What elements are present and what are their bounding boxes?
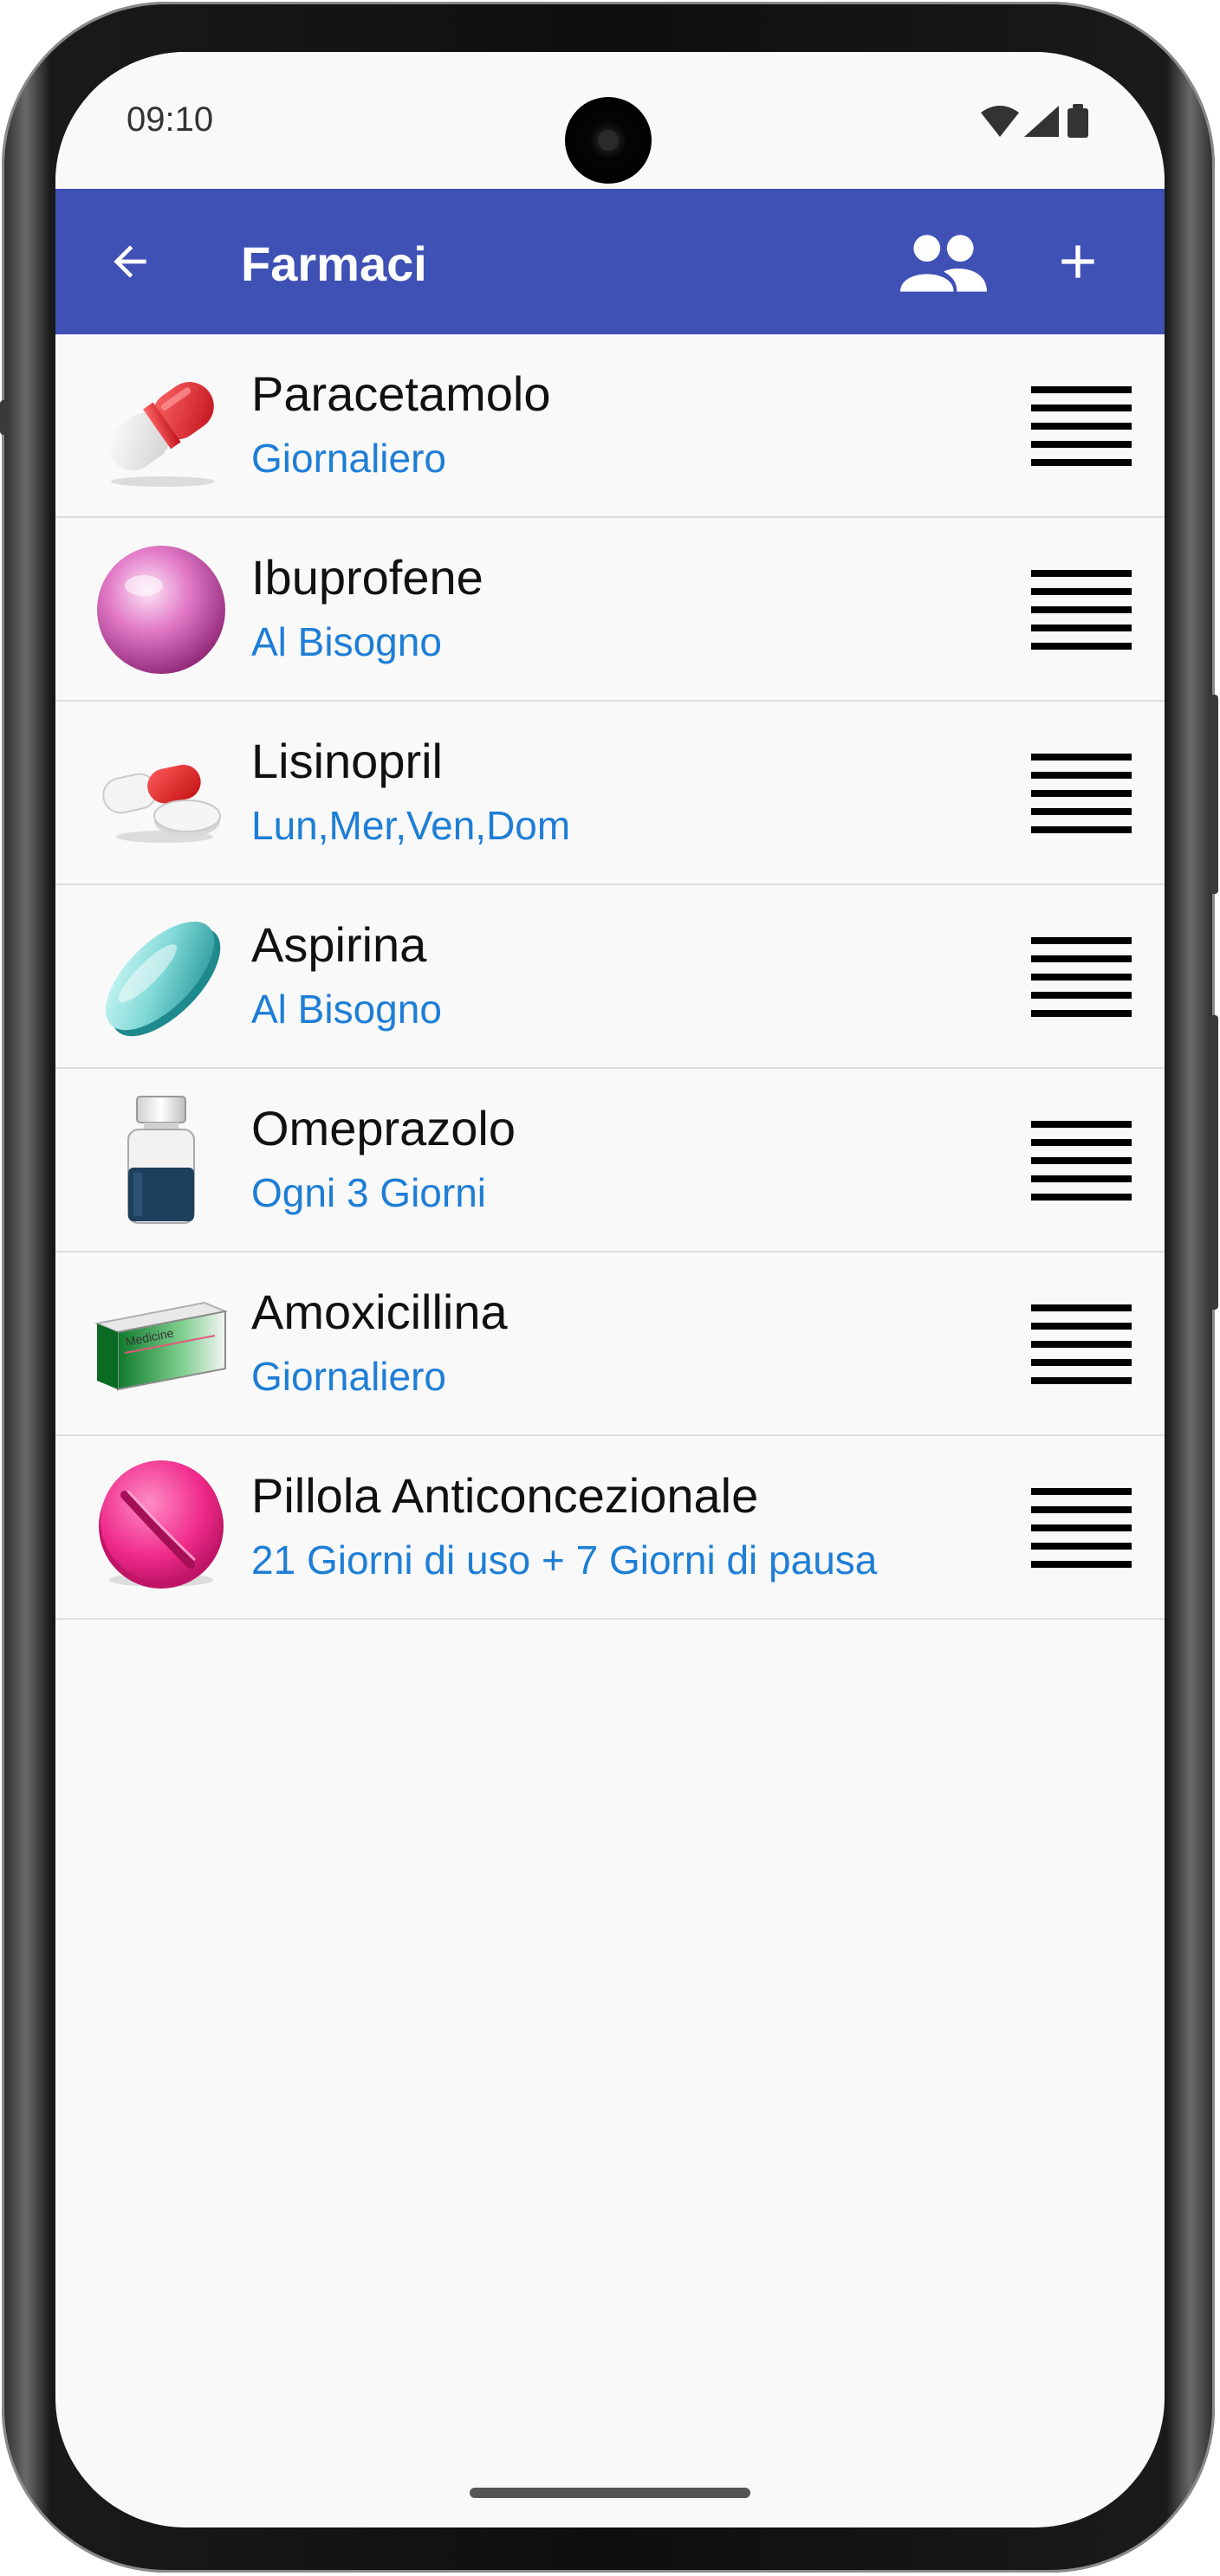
drag-handle-icon[interactable] [1031, 1488, 1132, 1568]
wifi-icon [981, 106, 1019, 137]
left-button [0, 400, 7, 435]
drag-handle-icon[interactable] [1031, 754, 1132, 833]
medicine-name: Paracetamolo [251, 366, 551, 421]
back-button[interactable] [95, 227, 165, 296]
medicine-schedule: Giornaliero [251, 1354, 446, 1399]
capsule-red-white-icon [94, 359, 229, 494]
volume-button [1210, 695, 1218, 894]
drag-handle-icon[interactable] [1031, 1304, 1132, 1384]
people-icon [900, 235, 987, 292]
phone-frame: 09:10 Farmaci Paracetamolo Giornaliero I… [0, 2, 1218, 2573]
status-icons [979, 104, 1100, 142]
capsule-and-tablet-icon [94, 726, 229, 861]
screen: 09:10 Farmaci Paracetamolo Giornaliero I… [55, 52, 1165, 2527]
status-time: 09:10 [127, 100, 214, 139]
medicine-name: Ibuprofene [251, 550, 483, 605]
medicine-row[interactable]: Paracetamolo Giornaliero [55, 334, 1165, 518]
app-bar: Farmaci [55, 189, 1165, 334]
medicine-box-icon: Medicine [94, 1277, 229, 1412]
medicine-row[interactable]: Ibuprofene Al Bisogno [55, 518, 1165, 702]
medicine-schedule: Lun,Mer,Ven,Dom [251, 803, 571, 848]
medicine-schedule: Giornaliero [251, 436, 446, 481]
drag-handle-icon[interactable] [1031, 570, 1132, 650]
medicine-row[interactable]: Lisinopril Lun,Mer,Ven,Dom [55, 702, 1165, 885]
medicine-schedule: Al Bisogno [251, 987, 442, 1032]
medicine-list: Paracetamolo Giornaliero Ibuprofene Al B… [55, 334, 1165, 1620]
medicine-name: Amoxicillina [251, 1285, 508, 1339]
arrow-back-icon [114, 245, 146, 278]
medicine-bottle-icon [94, 1093, 229, 1228]
medicine-schedule: 21 Giorni di uso + 7 Giorni di pausa [251, 1537, 878, 1582]
pink-pearl-pill-icon [94, 542, 229, 677]
drag-handle-icon[interactable] [1031, 1121, 1132, 1201]
front-camera [565, 97, 652, 184]
medicine-name: Omeprazolo [251, 1101, 516, 1155]
drag-handle-icon[interactable] [1031, 386, 1132, 466]
medicine-schedule: Ogni 3 Giorni [251, 1170, 487, 1215]
people-button[interactable] [896, 225, 991, 298]
medicine-row[interactable]: Omeprazolo Ogni 3 Giorni [55, 1069, 1165, 1252]
drag-handle-icon[interactable] [1031, 937, 1132, 1017]
medicine-name: Lisinopril [251, 734, 443, 788]
status-bar: 09:10 [55, 52, 1165, 189]
teal-oval-tablet-icon [94, 909, 229, 1045]
signal-icon [1024, 106, 1059, 137]
medicine-name: Pillola Anticoncezionale [251, 1468, 759, 1523]
medicine-name: Aspirina [251, 917, 427, 972]
battery-icon [1068, 104, 1088, 138]
medicine-schedule: Al Bisogno [251, 619, 442, 664]
medicine-row[interactable]: Medicine Amoxicillina Giornaliero [55, 1252, 1165, 1436]
home-indicator[interactable] [470, 2488, 750, 2498]
plus-icon [1061, 245, 1094, 278]
add-button[interactable] [1043, 227, 1113, 296]
pink-round-tablet-icon [94, 1460, 229, 1595]
medicine-row[interactable]: Pillola Anticoncezionale 21 Giorni di us… [55, 1436, 1165, 1620]
medicine-row[interactable]: Aspirina Al Bisogno [55, 885, 1165, 1069]
page-title: Farmaci [241, 236, 427, 291]
power-button [1210, 1015, 1218, 1310]
